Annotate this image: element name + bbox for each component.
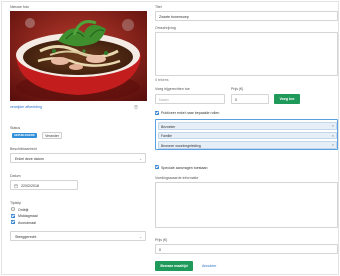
nutrition-info-textarea[interactable] <box>155 182 338 228</box>
ingredient-price-input[interactable]: 0 <box>231 94 269 104</box>
timeslot-dinner-label: Avondmaal <box>18 220 36 225</box>
ingredient-price-value: 0 <box>235 98 237 102</box>
add-ingredient-button[interactable]: Voeg toe <box>274 94 300 104</box>
photo-label: Nieuwe foto <box>10 5 29 9</box>
publish-roles-checkbox[interactable] <box>155 110 159 115</box>
title-input[interactable]: Zwarte bonensoep <box>155 11 338 21</box>
date-input[interactable]: 22/02/2018 <box>10 180 78 190</box>
ingredient-name-input[interactable]: Naam <box>155 94 225 104</box>
delete-photo-link[interactable]: verwijder afbeelding <box>10 105 42 109</box>
trash-icon[interactable] <box>134 105 138 111</box>
save-meal-button[interactable]: Bewaar maaltijd <box>155 261 193 271</box>
ingredient-name-placeholder: Naam <box>159 98 169 102</box>
price-value: 0 <box>159 248 161 252</box>
availability-value: Enkel deze datum <box>15 157 44 161</box>
role-tag-label: Bezoeker <box>161 124 176 129</box>
roles-multiselect[interactable]: Bezoeker × Familie × Bewoner woonbegelei… <box>155 119 338 150</box>
timeslot-label: Tijdslip <box>10 201 22 205</box>
close-icon[interactable]: × <box>332 124 334 128</box>
char-count: 0 tekens <box>155 78 169 82</box>
timeslot-breakfast-radio[interactable] <box>11 207 15 211</box>
date-value: 22/02/2018 <box>21 184 39 188</box>
ingredient-price-label: Prijs (€) <box>231 87 244 91</box>
title-value: Zwarte bonensoep <box>159 15 189 19</box>
meal-type-value: Steeggerecht <box>15 235 37 239</box>
add-ingredient-label: Voeg bijgerechten toe <box>155 87 190 91</box>
chevron-down-icon: ⌄ <box>139 156 142 161</box>
description-textarea[interactable] <box>155 32 338 76</box>
role-tag: Bezoeker × <box>158 122 337 130</box>
role-tag: Bewoner woonbegeleiding × <box>158 141 337 149</box>
availability-select[interactable]: Enkel deze datum ⌄ <box>10 153 146 163</box>
timeslot-lunch-label: Middagmaal <box>18 214 38 218</box>
price-input[interactable]: 0 <box>155 244 338 254</box>
role-tag-label: Bewoner woonbegeleiding <box>161 143 201 148</box>
special-requests-label: Speciale aanvragen toestaan <box>161 165 208 170</box>
soup-bowl-image <box>10 11 147 101</box>
role-tag: Familie × <box>158 131 337 139</box>
change-status-button[interactable]: Verander <box>42 132 62 139</box>
timeslot-lunch-checkbox[interactable] <box>11 213 15 218</box>
nutrition-info-label: Voedingswaarde informatie <box>155 176 199 180</box>
timeslot-breakfast-label: Ontbijt <box>18 207 29 212</box>
meal-edit-form: Nieuwe foto verwijder afbeelding Status … <box>1 1 339 275</box>
availability-label: Beschikbaarheid <box>10 147 37 151</box>
calendar-icon <box>14 184 18 190</box>
close-icon[interactable]: × <box>332 143 334 147</box>
role-tag-label: Familie <box>161 134 172 138</box>
price-label: Prijs (€) <box>155 238 168 242</box>
description-label: Omschrijving <box>155 26 176 30</box>
close-icon[interactable]: × <box>332 133 334 138</box>
title-label: Titel <box>155 5 162 9</box>
meal-type-select[interactable]: Steeggerecht ⌄ <box>10 231 146 241</box>
chevron-down-icon: ⌄ <box>139 234 142 239</box>
timeslot-dinner-checkbox[interactable] <box>11 220 15 224</box>
meal-photo[interactable] <box>10 11 147 101</box>
status-label: Status <box>10 126 21 130</box>
special-requests-checkbox[interactable] <box>155 165 159 169</box>
date-label: Datum <box>10 174 21 178</box>
publish-roles-label: Publiceer enkel naar bepaalde rollen <box>161 111 220 115</box>
status-badge: GEPUBLICEERD <box>12 133 37 138</box>
cancel-link[interactable]: Annuleer <box>202 264 216 268</box>
